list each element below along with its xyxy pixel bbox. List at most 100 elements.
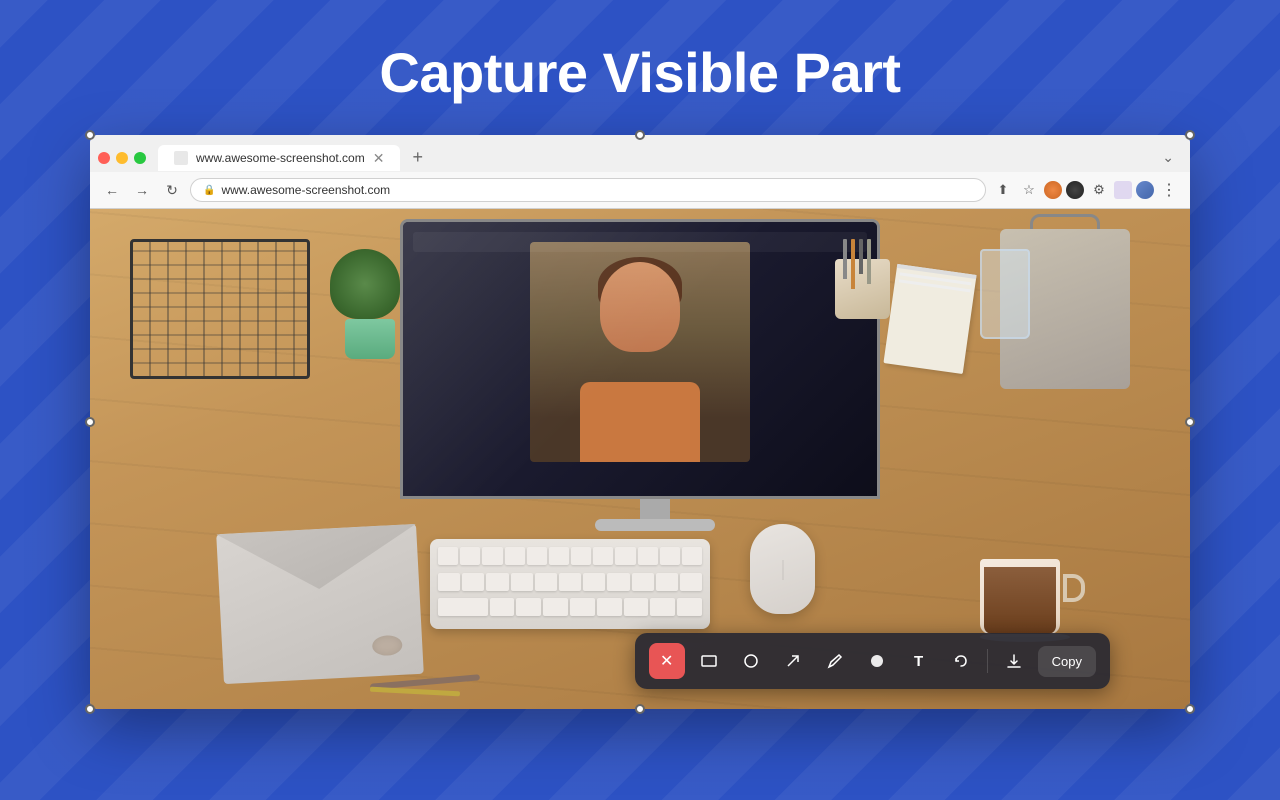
- forward-button[interactable]: →: [130, 178, 154, 202]
- back-button[interactable]: ←: [100, 178, 124, 202]
- annotation-toolbar: ✕: [635, 633, 1110, 689]
- browser-toolbar-icons: ⬆ ☆ ⚙ ⋮: [992, 179, 1180, 201]
- browser-window: www.awesome-screenshot.com ✕ + ⌄ ← → ↻ 🔒…: [90, 135, 1190, 709]
- plant: [330, 249, 410, 359]
- keyboard: [430, 539, 710, 629]
- monitor: [400, 219, 910, 529]
- handle-mr[interactable]: [1185, 417, 1195, 427]
- browser-tab[interactable]: www.awesome-screenshot.com ✕: [158, 145, 400, 171]
- download-button[interactable]: [996, 643, 1032, 679]
- tab-close-button[interactable]: ✕: [373, 151, 385, 165]
- handle-bc[interactable]: [635, 704, 645, 714]
- undo-icon: [952, 652, 970, 670]
- handle-br[interactable]: [1185, 704, 1195, 714]
- key: [597, 598, 622, 616]
- pencil-desk-2: [370, 687, 460, 697]
- lock-icon: 🔒: [203, 185, 215, 196]
- browser-content: ✕: [90, 209, 1190, 709]
- ext-icon-2[interactable]: [1066, 181, 1084, 199]
- refresh-button[interactable]: ↻: [160, 178, 184, 202]
- pencil-3: [859, 239, 863, 274]
- pencil-sticks: [843, 239, 871, 289]
- key: [660, 547, 680, 565]
- close-tool-button[interactable]: ✕: [649, 643, 685, 679]
- undo-button[interactable]: [943, 643, 979, 679]
- wire-basket: [130, 239, 310, 399]
- browser-tab-bar: www.awesome-screenshot.com ✕ + ⌄: [90, 135, 1190, 172]
- key: [511, 573, 533, 591]
- traffic-light-yellow[interactable]: [116, 152, 128, 164]
- wire-basket-body: [130, 239, 310, 379]
- key: [632, 573, 654, 591]
- ext-icon-3[interactable]: ⚙: [1088, 179, 1110, 201]
- rectangle-tool-button[interactable]: [691, 643, 727, 679]
- traffic-light-red[interactable]: [98, 152, 110, 164]
- key: [571, 547, 591, 565]
- traffic-lights: [98, 152, 146, 164]
- text-icon: T: [914, 653, 923, 670]
- circle-tool-button[interactable]: [733, 643, 769, 679]
- handle-ml[interactable]: [85, 417, 95, 427]
- ext-icon-4[interactable]: [1114, 181, 1132, 199]
- toolbar-divider: [987, 649, 988, 673]
- key: [570, 598, 595, 616]
- arrow-icon: [784, 652, 802, 670]
- browser-toolbar: ← → ↻ 🔒 www.awesome-screenshot.com ⬆ ☆ ⚙: [90, 172, 1190, 208]
- key: [682, 547, 702, 565]
- monitor-screen: [400, 219, 880, 499]
- key: [656, 573, 678, 591]
- tab-expand-button[interactable]: ⌄: [1162, 149, 1182, 166]
- pen-tool-button[interactable]: [817, 643, 853, 679]
- handle-bl[interactable]: [85, 704, 95, 714]
- traffic-light-green[interactable]: [134, 152, 146, 164]
- pencil-4: [867, 239, 871, 284]
- plant-pot: [345, 319, 395, 359]
- screen-reflection: [403, 222, 877, 496]
- key: [615, 547, 635, 565]
- key: [516, 598, 541, 616]
- share-icon[interactable]: ⬆: [992, 179, 1014, 201]
- pencil-1: [843, 239, 847, 279]
- url-bar[interactable]: 🔒 www.awesome-screenshot.com: [190, 178, 986, 202]
- keyboard-row-3: [438, 598, 702, 621]
- keyboard-row-1: [438, 547, 702, 570]
- copy-button[interactable]: Copy: [1038, 646, 1096, 677]
- desk-scene: ✕: [90, 209, 1190, 709]
- profile-icon[interactable]: [1136, 181, 1154, 199]
- text-tool-button[interactable]: T: [901, 643, 937, 679]
- pencil-holder: [835, 259, 890, 339]
- handle-tr[interactable]: [1185, 130, 1195, 140]
- capture-region: www.awesome-screenshot.com ✕ + ⌄ ← → ↻ 🔒…: [90, 135, 1190, 709]
- tab-favicon: [174, 151, 188, 165]
- fill-icon: [868, 652, 886, 670]
- browser-chrome: www.awesome-screenshot.com ✕ + ⌄ ← → ↻ 🔒…: [90, 135, 1190, 209]
- fill-tool-button[interactable]: [859, 643, 895, 679]
- tab-label: www.awesome-screenshot.com: [196, 151, 365, 165]
- plant-leaves: [330, 249, 400, 319]
- cup-body: [980, 559, 1060, 634]
- key: [462, 573, 484, 591]
- key: [593, 547, 613, 565]
- key: [650, 598, 675, 616]
- download-icon: [1005, 652, 1023, 670]
- envelope: [216, 524, 424, 684]
- handle-tc[interactable]: [635, 130, 645, 140]
- handle-tl[interactable]: [85, 130, 95, 140]
- menu-icon[interactable]: ⋮: [1158, 179, 1180, 201]
- pencils-desk: [370, 679, 490, 699]
- ext-icon-1[interactable]: [1044, 181, 1062, 199]
- keyboard-row-2: [438, 573, 702, 596]
- key: [543, 598, 568, 616]
- new-tab-button[interactable]: +: [404, 143, 431, 172]
- key: [527, 547, 547, 565]
- arrow-tool-button[interactable]: [775, 643, 811, 679]
- key: [549, 547, 569, 565]
- keyboard-keys: [430, 539, 710, 629]
- key: [535, 573, 557, 591]
- notebook: [883, 264, 976, 374]
- key: [505, 547, 525, 565]
- page-title: Capture Visible Part: [379, 40, 900, 105]
- key: [460, 547, 480, 565]
- bookmark-icon[interactable]: ☆: [1018, 179, 1040, 201]
- key: [680, 573, 702, 591]
